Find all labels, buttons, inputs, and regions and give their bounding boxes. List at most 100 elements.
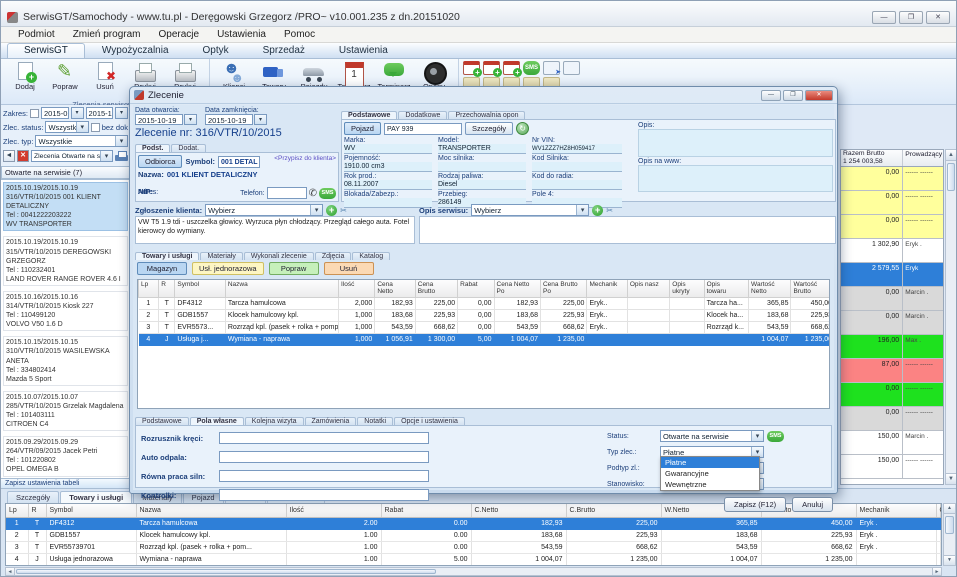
content-tab-wykonali-zlecenie[interactable]: Wykonali zlecenie (244, 252, 314, 260)
order-list-item[interactable]: 2015.10.19/2015.10.19 315/VTR/10/2015 DE… (3, 236, 128, 285)
opis-textarea[interactable] (638, 129, 833, 157)
cal-plus-icon[interactable] (463, 61, 480, 75)
data-zamkniecia-field[interactable]: 2015-10-19 (205, 114, 253, 125)
vehicle-tab-podstawowe[interactable]: Podstawowe (341, 111, 397, 119)
add-opis-serwisu-icon[interactable]: + (592, 205, 603, 216)
column-header[interactable]: Rabat (458, 280, 494, 297)
column-header[interactable]: Wartość Netto (749, 280, 791, 297)
order-item-row[interactable]: 4JUsługa j...Wymiana - naprawa1,0001 056… (139, 333, 831, 345)
pojazd-button[interactable]: Pojazd (344, 122, 381, 135)
data-zamkniecia-picker-icon[interactable]: ▾ (254, 114, 267, 125)
opis-www-textarea[interactable] (638, 165, 833, 192)
window-arrow-icon[interactable] (543, 61, 560, 75)
column-header[interactable]: C.Netto (471, 504, 566, 517)
content-tab-towary-i-usługi[interactable]: Towary i usługi (135, 252, 199, 260)
column-header[interactable]: Mechanik (856, 504, 936, 517)
custom-field-input[interactable] (219, 432, 429, 444)
dialog-bottom-tab-podstawowe[interactable]: Podstawowe (135, 417, 189, 425)
summary-row[interactable]: 196,00Max . (841, 335, 943, 359)
toolbar-button-popraw[interactable]: Popraw (45, 60, 85, 99)
column-header[interactable]: Lp (6, 504, 28, 517)
content-tab-zdjęcia[interactable]: Zdjęcia (315, 252, 352, 260)
custom-field-input[interactable] (219, 489, 429, 501)
action-button-magazyn[interactable]: Magazyn (137, 262, 187, 275)
print-list-icon[interactable] (115, 151, 128, 162)
module-tab-wypożyczalnia[interactable]: Wypożyczalnia (85, 43, 186, 58)
dialog-bottom-tab-zamówienia[interactable]: Zamówienia (305, 417, 357, 425)
column-header[interactable]: Symbol (175, 280, 226, 297)
refresh-icon[interactable]: ↻ (516, 122, 529, 135)
bottom-tab-towary-i-usługi[interactable]: Towary i usługi (60, 491, 132, 503)
orders-view-combo[interactable]: Zlecenia Otwarte na serwisie (31, 150, 113, 162)
opis-serwisu-textarea[interactable] (419, 216, 836, 244)
pojazd-field[interactable]: PAY 939 (384, 123, 462, 135)
phone-icon[interactable]: ✆ (309, 188, 317, 199)
bottom-table-hscrollbar[interactable]: ◄ ► (5, 567, 942, 576)
column-header[interactable]: Cena Brutto (415, 280, 457, 297)
column-header[interactable]: Opis ukryty (670, 280, 704, 297)
odbiorca-button[interactable]: Odbiorca (138, 155, 182, 168)
custom-field-input[interactable] (219, 470, 429, 482)
column-header[interactable]: Opis towaru (704, 280, 748, 297)
add-zgloszenie-icon[interactable]: + (326, 205, 337, 216)
column-header[interactable]: Cena Netto (375, 280, 415, 297)
bottom-item-row[interactable]: 4JUsługa jednorazowaWymiana - naprawa1.0… (6, 553, 941, 565)
zgloszenie-combo[interactable]: Wybierz (205, 204, 323, 216)
expand-zgloszenie-icon[interactable]: ✂ (340, 205, 347, 216)
order-item-row[interactable]: 1TDF4312Tarcza hamulcowa2,000182,93225,0… (139, 297, 831, 309)
close-button[interactable]: ✕ (926, 11, 950, 24)
order-list-item[interactable]: 2015.10.19/2015.10.19 316/VTR/10/2015 00… (3, 182, 128, 231)
summary-row[interactable]: 0,00------ ------ (841, 383, 943, 407)
dialog-minimize-button[interactable]: — (761, 90, 781, 101)
vehicle-tab-przechowalnia-opon[interactable]: Przechowalnia opon (448, 111, 525, 119)
dialog-bottom-tab-opcje-i-ustawienia[interactable]: Opcje i ustawienia (394, 417, 465, 425)
bottom-item-row[interactable]: 3TEVR55739701Rozrząd kpl. (pasek + rolka… (6, 541, 941, 553)
dialog-close-button[interactable]: ✕ (805, 90, 833, 101)
module-tab-optyk[interactable]: Optyk (186, 43, 246, 58)
sms-small-icon[interactable]: SMS (523, 61, 540, 75)
summary-row[interactable]: 150,00------ ------ (841, 455, 943, 479)
nav-back-icon[interactable]: ◄ (3, 150, 15, 162)
typ-option-wewnętrzne[interactable]: Wewnętrzne (661, 479, 759, 490)
summary-row[interactable]: 150,00Marcin . (841, 431, 943, 455)
vehicle-tab-dodatkowe[interactable]: Dodatkowe (398, 111, 447, 119)
bottom-item-row[interactable]: 2TGDB1557Klocek hamulcowy kpl.1.000.0018… (6, 529, 941, 541)
save-table-settings-button[interactable]: Zapisz ustawienia tabeli (1, 478, 130, 488)
szczegoly-button[interactable]: Szczegóły (465, 122, 513, 135)
summary-row[interactable]: 0,00Marcin . (841, 287, 943, 311)
save-button[interactable]: Zapisz (F12) (724, 497, 786, 512)
nav-close-icon[interactable]: ✕ (17, 150, 29, 162)
summary-row[interactable]: 2 579,55Eryk (841, 263, 943, 287)
zgloszenie-textarea[interactable]: VW T5 1.9 tdi - uszczelka głowicy. Wyrzu… (135, 216, 415, 244)
column-header[interactable]: Lp (139, 280, 159, 297)
zakres-checkbox[interactable] (30, 109, 39, 118)
action-button-usuń[interactable]: Usuń (324, 262, 374, 275)
data-otwarcia-picker-icon[interactable]: ▾ (184, 114, 197, 125)
bez-dok-checkbox[interactable] (91, 123, 100, 132)
typ-combo[interactable]: Wszystkie (35, 135, 128, 147)
column-header[interactable]: Symbol (46, 504, 136, 517)
window-icon[interactable] (563, 61, 580, 75)
status-combo[interactable]: Otwarte na serwisie (660, 430, 764, 442)
module-tab-serwisgt[interactable]: SerwisGT (7, 43, 85, 58)
order-item-row[interactable]: 3TEVR5573...Rozrząd kpl. (pasek + rolka … (139, 321, 831, 333)
status-sms-icon[interactable]: SMS (767, 431, 784, 442)
data-otwarcia-field[interactable]: 2015-10-19 (135, 114, 183, 125)
column-header[interactable]: Cena Netto Po (494, 280, 540, 297)
date-to-field[interactable]: 2015-12-31 (86, 107, 113, 119)
column-header[interactable]: R (159, 280, 175, 297)
expand-opis-serwisu-icon[interactable]: ✂ (606, 205, 613, 216)
summary-row[interactable]: 0,00------ ------ (841, 191, 943, 215)
cancel-button[interactable]: Anuluj (792, 497, 833, 512)
status-combo[interactable]: Wszystkie (45, 121, 88, 133)
bottom-item-row[interactable]: 1TDF4312Tarcza hamulcowa2.000.00182,9322… (6, 517, 941, 529)
module-tab-ustawienia[interactable]: Ustawienia (322, 43, 405, 58)
action-button-usł-jednorazowa[interactable]: Usł. jednorazowa (192, 262, 264, 275)
bottom-table-vscrollbar[interactable]: ▲ ▼ (943, 503, 956, 566)
menu-item-podmiot[interactable]: Podmiot (9, 29, 64, 40)
summary-row[interactable]: 0,00------ ------ (841, 167, 943, 191)
client-tab-podst-[interactable]: Podst. (135, 144, 170, 152)
summary-row[interactable]: 0,00------ ------ (841, 407, 943, 431)
column-header[interactable]: Cena Brutto Po (540, 280, 586, 297)
menu-item-ustawienia[interactable]: Ustawienia (208, 29, 275, 40)
